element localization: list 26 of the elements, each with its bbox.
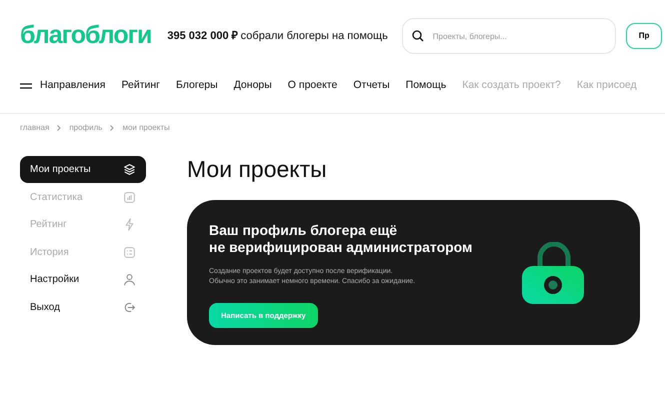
search-icon	[412, 30, 424, 42]
notice-title: Ваш профиль блогера ещё не верифицирован администратором	[209, 222, 472, 257]
chart-icon	[123, 190, 136, 204]
raised-amount-text: 395 032 000 ₽ собрали блогеры на помощь	[167, 28, 388, 44]
chevron-icon	[57, 125, 62, 131]
nav-link[interactable]: Помощь	[406, 78, 446, 94]
menu-link[interactable]: Направления	[20, 78, 106, 94]
exit-icon	[123, 300, 136, 314]
header-button[interactable]: Пр	[626, 23, 662, 49]
lightning-icon	[123, 218, 136, 231]
sidebar-item[interactable]: Мои проекты	[20, 156, 146, 183]
search-field[interactable]: Проекты, блогеры...	[402, 18, 616, 54]
nav-link[interactable]: Отчеты	[353, 78, 390, 94]
sidebar-item[interactable]: Настройки	[20, 266, 146, 293]
nav-link[interactable]: Доноры	[234, 78, 272, 94]
padlock-icon	[522, 242, 586, 304]
user-icon	[123, 273, 136, 286]
chevron-icon	[110, 125, 114, 131]
nav-link[interactable]: Рейтинг	[121, 78, 160, 94]
nav-link[interactable]: Блогеры	[176, 78, 218, 94]
menu-icon	[20, 82, 32, 88]
layers-icon	[123, 163, 136, 176]
page-title: Мои проекты	[187, 156, 328, 184]
sidebar-item[interactable]: Выход	[20, 294, 146, 320]
list-icon	[123, 246, 136, 258]
nav-link[interactable]: О проекте	[288, 78, 338, 94]
